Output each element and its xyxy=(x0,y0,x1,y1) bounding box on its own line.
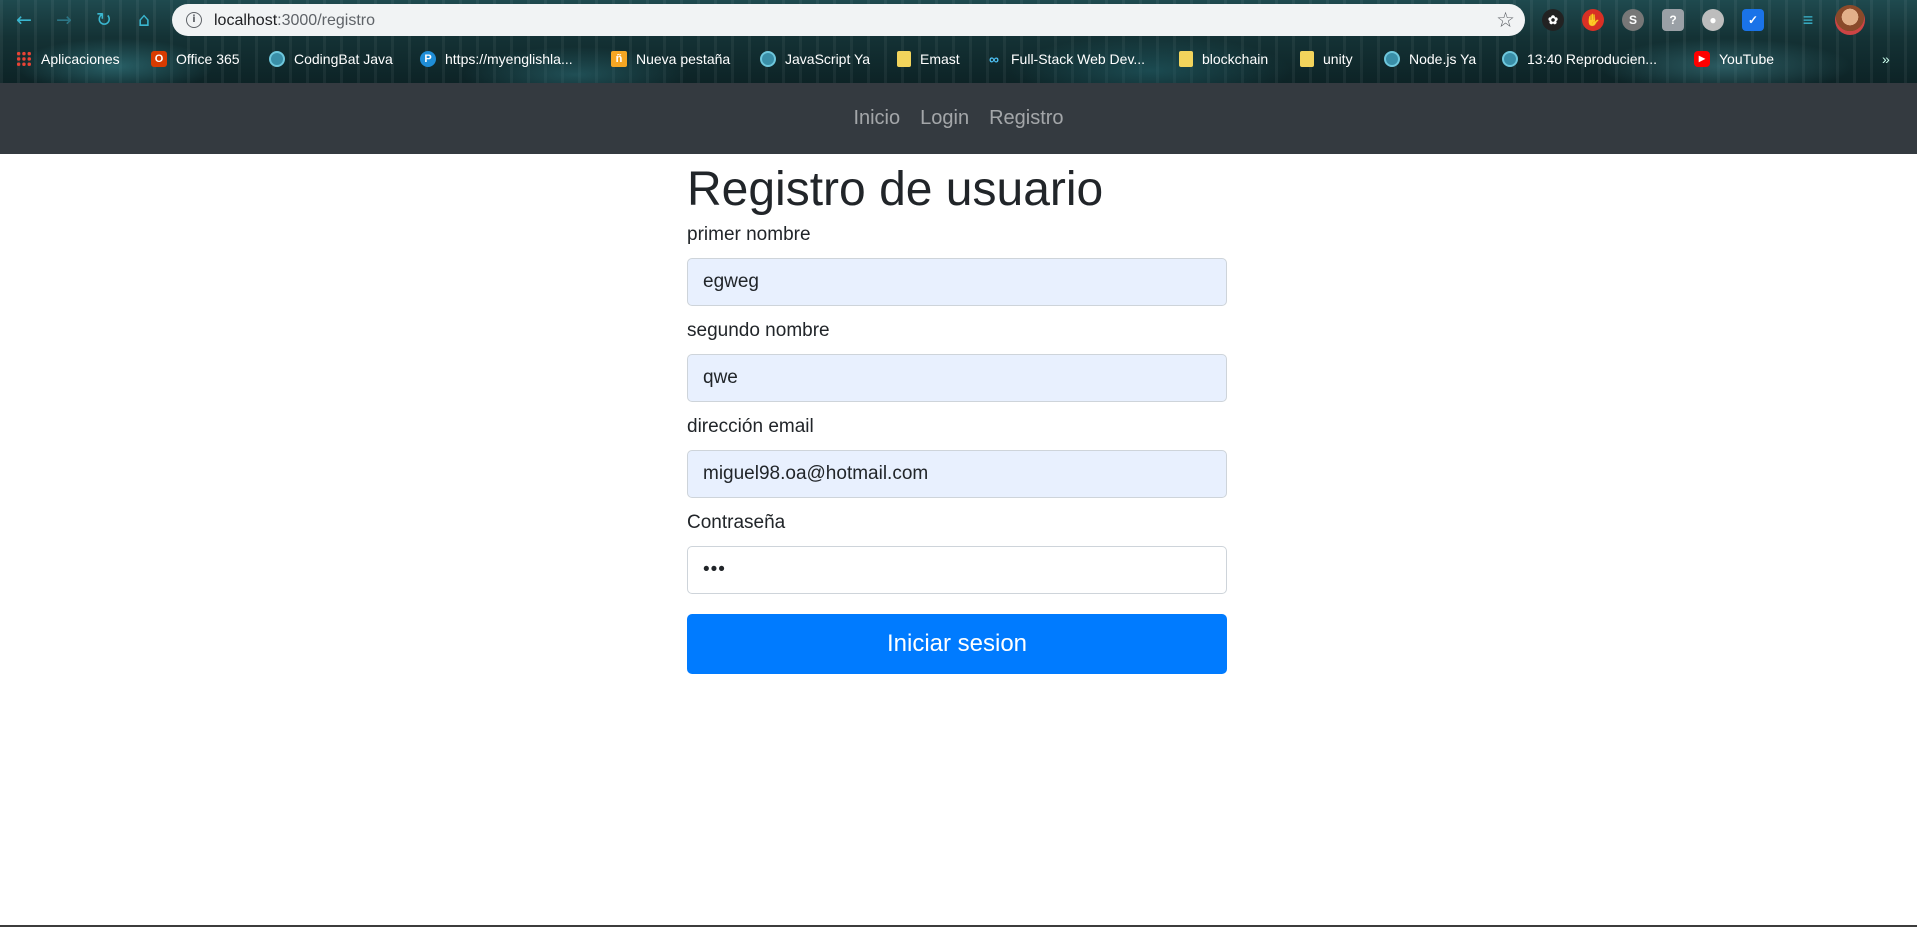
globe-icon xyxy=(269,51,285,67)
bookmark-label: https://myenglishla... xyxy=(445,51,573,67)
password-label: Contraseña xyxy=(687,512,786,533)
bookmark-label: Nueva pestaña xyxy=(636,51,731,67)
bookmark-item[interactable]: CodingBat Java xyxy=(269,49,393,69)
bookmark-item[interactable]: ñ Nueva pestaña xyxy=(611,49,730,69)
bookmark-label: Aplicaciones xyxy=(41,51,120,67)
bookmark-label: Full-Stack Web Dev... xyxy=(1011,51,1146,67)
bookmark-label: YouTube xyxy=(1719,51,1775,67)
office-icon: O xyxy=(151,51,167,67)
shield-check-icon[interactable]: ✓ xyxy=(1742,9,1764,31)
globe-icon xyxy=(1384,51,1400,67)
address-url: localhost:3000/registro xyxy=(214,12,375,30)
bookmark-label: Office 365 xyxy=(176,51,240,67)
browser-toolbar: ← → ↻ ⌂ i localhost:3000/registro ☆ ✿ ✋ … xyxy=(0,0,1917,40)
folder-icon xyxy=(897,51,911,67)
profile-avatar[interactable] xyxy=(1835,5,1865,35)
bookmark-item[interactable]: unity xyxy=(1300,49,1353,69)
shield-question-icon[interactable]: ? xyxy=(1662,9,1684,31)
globe-icon xyxy=(1502,51,1518,67)
folder-icon xyxy=(1300,51,1314,67)
last-name-label: segundo nombre xyxy=(687,320,830,341)
reading-list-icon[interactable]: ≡ xyxy=(1797,9,1819,31)
submit-button[interactable]: Iniciar sesion xyxy=(687,614,1227,674)
address-bar[interactable]: i localhost:3000/registro ☆ xyxy=(172,4,1525,36)
registration-form: Registro de usuario primer nombre egweg … xyxy=(687,154,1227,674)
bookmark-item[interactable]: P https://myenglishla... xyxy=(420,49,573,69)
extension-icon-1[interactable]: ✿ xyxy=(1542,9,1564,31)
folder-icon xyxy=(1179,51,1193,67)
bookmark-item[interactable]: ▶ YouTube xyxy=(1694,49,1774,69)
bookmark-item[interactable]: JavaScript Ya xyxy=(760,49,870,69)
reload-icon[interactable]: ↻ xyxy=(92,8,116,32)
bookmark-item[interactable]: 13:40 Reproducien... xyxy=(1502,49,1657,69)
nav-link-inicio[interactable]: Inicio xyxy=(843,107,910,130)
adblock-icon[interactable]: ✋ xyxy=(1582,9,1604,31)
bookmarks-bar: Aplicaciones O Office 365 CodingBat Java… xyxy=(0,46,1917,72)
bookmark-label: unity xyxy=(1323,51,1353,67)
bookmark-label: blockchain xyxy=(1202,51,1269,67)
bookmark-item[interactable]: ∞ Full-Stack Web Dev... xyxy=(986,49,1145,69)
bookmark-item[interactable]: Aplicaciones xyxy=(16,49,120,69)
email-label: dirección email xyxy=(687,416,814,437)
email-input[interactable]: miguel98.oa@hotmail.com xyxy=(687,450,1227,498)
skype-icon[interactable]: S xyxy=(1622,9,1644,31)
browser-chrome: ← → ↻ ⌂ i localhost:3000/registro ☆ ✿ ✋ … xyxy=(0,0,1917,83)
site-info-icon[interactable]: i xyxy=(186,12,202,28)
nav-link-registro[interactable]: Registro xyxy=(979,107,1073,130)
bookmark-item[interactable]: Emast xyxy=(897,49,960,69)
p-icon: P xyxy=(420,51,436,67)
bookmarks-overflow-icon[interactable]: » xyxy=(1882,49,1890,69)
back-arrow-icon[interactable]: ← xyxy=(12,8,36,32)
nav-link-login[interactable]: Login xyxy=(910,107,979,130)
home-icon[interactable]: ⌂ xyxy=(132,8,156,32)
last-name-input[interactable]: qwe xyxy=(687,354,1227,402)
globe-icon xyxy=(760,51,776,67)
youtube-icon: ▶ xyxy=(1694,51,1710,67)
first-name-label: primer nombre xyxy=(687,224,811,245)
bookmark-item[interactable]: Node.js Ya xyxy=(1384,49,1476,69)
forward-arrow-icon[interactable]: → xyxy=(52,8,76,32)
bookmark-label: CodingBat Java xyxy=(294,51,393,67)
site-navbar: Inicio Login Registro xyxy=(0,83,1917,154)
url-path: :3000/registro xyxy=(277,12,375,29)
bookmark-label: 13:40 Reproducien... xyxy=(1527,51,1657,67)
apps-grid-icon xyxy=(16,51,32,67)
page-title: Registro de usuario xyxy=(687,163,1104,216)
bookmark-label: Node.js Ya xyxy=(1409,51,1477,67)
first-name-input[interactable]: egweg xyxy=(687,258,1227,306)
extension-icon-circle[interactable]: ● xyxy=(1702,9,1724,31)
url-host: localhost xyxy=(214,12,278,29)
bookmark-label: Emast xyxy=(920,51,960,67)
infinity-icon: ∞ xyxy=(989,51,999,67)
password-input[interactable]: ••• xyxy=(687,546,1227,594)
bookmark-item[interactable]: O Office 365 xyxy=(151,49,240,69)
bookmark-item[interactable]: blockchain xyxy=(1179,49,1268,69)
bookmark-star-icon[interactable]: ☆ xyxy=(1496,8,1515,32)
bookmark-label: JavaScript Ya xyxy=(785,51,871,67)
pestana-icon: ñ xyxy=(611,51,627,67)
